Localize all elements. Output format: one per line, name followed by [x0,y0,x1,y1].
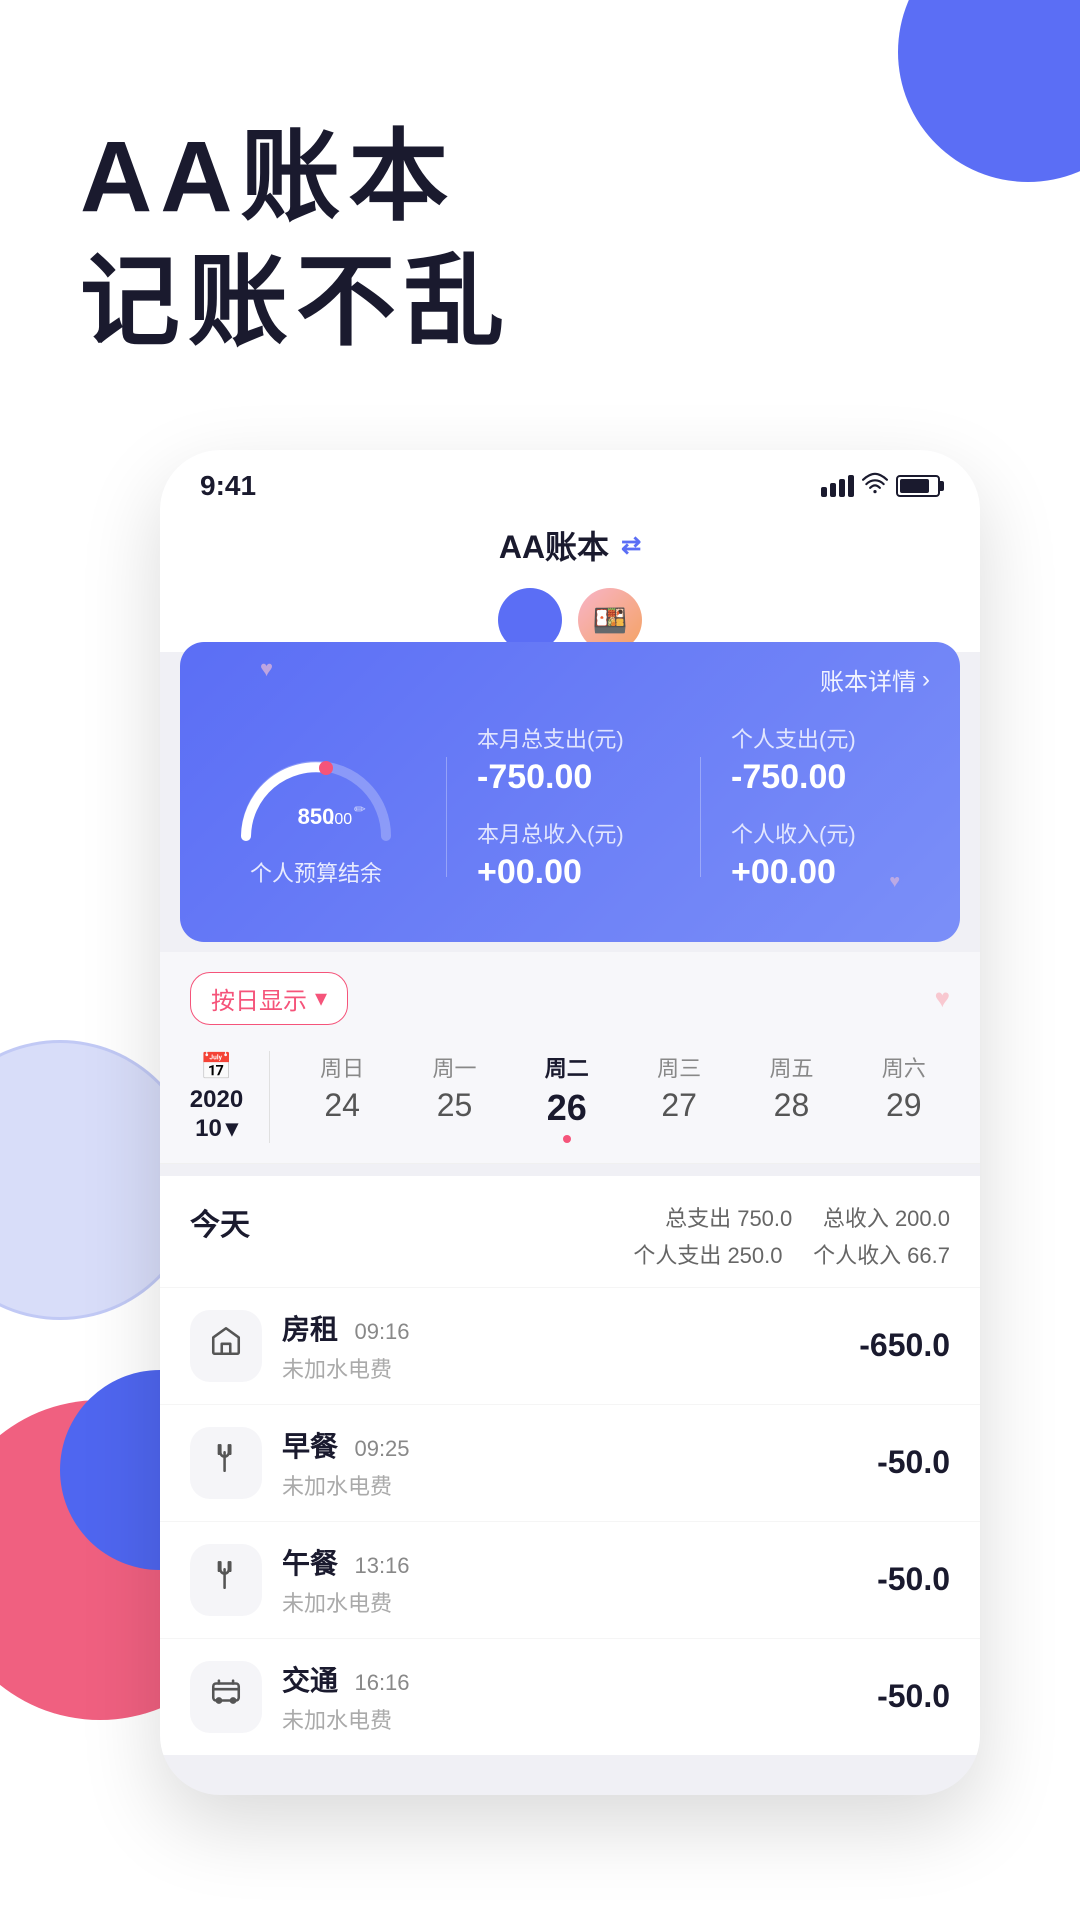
calendar-day[interactable]: 周二 26 [531,1051,603,1143]
heart-decor-filter: ♥ [935,983,950,1014]
stats-card: ♥ ♥ 账本详情 › 850 .00 ✏ [180,642,960,942]
transaction-item[interactable]: 交通 16:16 未加水电费 -50.0 [160,1638,980,1755]
exchange-icon[interactable]: ⇄ [621,531,641,560]
gauge-svg: 850 .00 ✏ [226,746,406,846]
trans-icon-wrap [190,1310,262,1382]
trans-info: 房租 09:16 未加水电费 [282,1308,839,1384]
hero-section: AA账本 记账不乱 [0,0,1080,420]
trans-icon [209,1558,243,1601]
hero-title-2: 记账不乱 [80,245,1000,360]
date-filter-button[interactable]: 按日显示 ▾ [190,972,348,1025]
status-bar: 9:41 [160,450,980,512]
svg-text:850: 850 [298,804,335,829]
app-title: AA账本 [499,522,609,568]
transaction-items: 房租 09:16 未加水电费 -650.0 早餐 09:25 未加水电费 -50… [160,1287,980,1755]
transaction-item[interactable]: 房租 09:16 未加水电费 -650.0 [160,1287,980,1404]
trans-icon [209,1675,243,1718]
trans-sub: 未加水电费 [282,1586,857,1618]
app-header: AA账本 ⇄ [160,512,980,588]
gauge-label: 个人预算结余 [250,856,382,888]
trans-icon-wrap [190,1544,262,1616]
stats-col-left: 本月总支出(元) -750.00 本月总收入(元) +00.00 [477,722,670,912]
trans-time: 09:25 [354,1436,409,1461]
battery-icon [896,475,940,497]
signal-icon [821,475,854,497]
trans-amount: -50.0 [877,1444,950,1481]
stats-divider [446,757,447,877]
transactions-section: 今天 总支出 750.0 总收入 200.0 个人支出 250.0 个人收入 6… [160,1176,980,1755]
transactions-summary: 总支出 750.0 总收入 200.0 个人支出 250.0 个人收入 66.7 [633,1200,950,1275]
trans-amount: -50.0 [877,1561,950,1598]
trans-amount: -650.0 [859,1327,950,1364]
stats-card-detail[interactable]: 账本详情 › [820,662,930,697]
trans-info: 午餐 13:16 未加水电费 [282,1542,857,1618]
calendar-days: 周日 24 周一 25 周二 26 周三 27 周五 28 周六 29 [286,1051,960,1143]
trans-info: 早餐 09:25 未加水电费 [282,1425,857,1501]
trans-name: 午餐 [282,1548,338,1579]
transactions-today-label: 今天 [190,1200,250,1244]
trans-sub: 未加水电费 [282,1469,857,1501]
trans-sub: 未加水电费 [282,1352,839,1384]
heart-decor-2: ♥ [889,871,900,892]
heart-decor-1: ♥ [260,656,273,682]
trans-time: 16:16 [354,1670,409,1695]
trans-name: 房租 [282,1314,338,1345]
calendar-row: 📅 2020 10 ▾ 周日 24 周一 25 周二 26 周三 27 周五 2… [160,1035,980,1164]
calendar-day[interactable]: 周五 28 [755,1051,827,1143]
stats-card-body: 850 .00 ✏ 个人预算结余 本月总支出(元) -750.00 本月总收入(… [216,722,924,912]
calendar-icon: 📅 [200,1051,232,1082]
trans-icon [209,1324,243,1367]
calendar-month: 10 ▾ [195,1114,238,1143]
calendar-year-month[interactable]: 📅 2020 10 ▾ [180,1051,270,1143]
gauge-section: 850 .00 ✏ 个人预算结余 [216,746,416,888]
phone-mockup: 9:41 AA账本 ⇄ [160,450,980,1795]
calendar-day[interactable]: 周三 27 [643,1051,715,1143]
stats-divider-2 [700,757,701,877]
trans-icon [209,1441,243,1484]
hero-title-1: AA账本 [80,120,1000,235]
trans-sub: 未加水电费 [282,1703,857,1735]
trans-name: 交通 [282,1665,338,1696]
total-income-row: 本月总收入(元) +00.00 [477,817,670,892]
calendar-day[interactable]: 周六 29 [868,1051,940,1143]
total-expense-row: 本月总支出(元) -750.00 [477,722,670,797]
trans-name: 早餐 [282,1431,338,1462]
personal-expense-row: 个人支出(元) -750.00 [731,722,924,797]
trans-time: 13:16 [354,1553,409,1578]
status-icons [821,472,940,500]
svg-text:✏: ✏ [354,801,366,817]
transaction-item[interactable]: 早餐 09:25 未加水电费 -50.0 [160,1404,980,1521]
wifi-icon [862,472,888,500]
trans-time: 09:16 [354,1319,409,1344]
calendar-day[interactable]: 周日 24 [306,1051,378,1143]
trans-amount: -50.0 [877,1678,950,1715]
calendar-year: 2020 [190,1086,243,1114]
svg-text:.00: .00 [330,811,352,828]
status-time: 9:41 [200,470,256,502]
trans-icon-wrap [190,1661,262,1733]
trans-info: 交通 16:16 未加水电费 [282,1659,857,1735]
calendar-day[interactable]: 周一 25 [418,1051,490,1143]
trans-icon-wrap [190,1427,262,1499]
date-filter-bar: 按日显示 ▾ ♥ [160,952,980,1035]
transaction-item[interactable]: 午餐 13:16 未加水电费 -50.0 [160,1521,980,1638]
transactions-header: 今天 总支出 750.0 总收入 200.0 个人支出 250.0 个人收入 6… [160,1176,980,1287]
